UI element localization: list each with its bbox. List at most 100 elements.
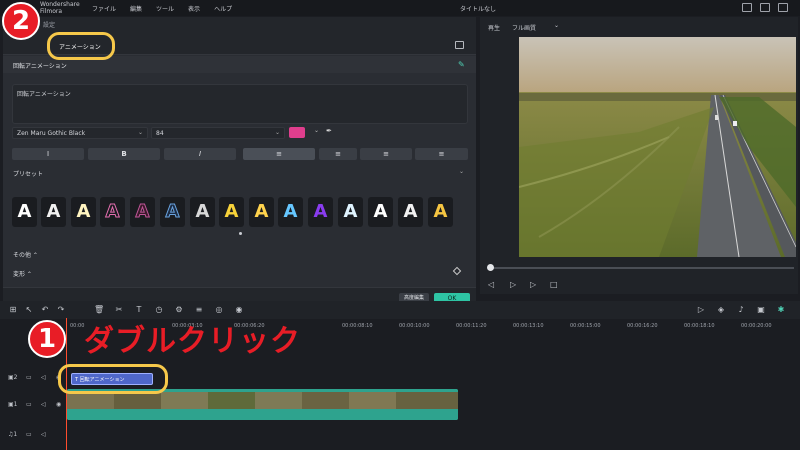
save-icon[interactable] [760,3,770,12]
video-frame [519,37,796,257]
preset-list: A A A A A A A A A A A A A A A [12,182,468,228]
select-icon[interactable]: ↖ [24,305,34,315]
timer-icon[interactable]: ◷ [154,305,164,315]
folder-icon[interactable]: ▭ [26,431,32,438]
adjust-icon[interactable]: ≡ [194,305,204,315]
track-header-video: ▣1 ▭ ◁ ◉ [0,394,64,418]
undo-icon[interactable]: ↶ [40,305,50,315]
preview-scrubber[interactable] [488,267,794,269]
preset-item[interactable]: A [249,197,274,227]
font-size-value: 84 [156,130,164,137]
track-header-title: ▣2 ▭ ◁ ◉ [0,367,64,391]
other-section-label[interactable]: その他 ⌃ [13,250,38,259]
preset-item[interactable]: A [100,197,125,227]
folder-icon[interactable]: ▭ [26,374,32,381]
grid-icon[interactable]: ⊞ [8,305,18,315]
pager-dot[interactable] [239,232,242,235]
cut-icon[interactable]: ✂ [114,305,124,315]
preset-item[interactable]: A [160,197,185,227]
preset-item[interactable]: A [398,197,423,227]
instruction-text: ダブルクリック [84,324,301,359]
preset-item[interactable]: A [368,197,393,227]
export-icon[interactable]: ▣ [756,305,766,315]
section-label: 回転アニメーション [13,63,67,70]
scrubber-handle[interactable] [487,264,494,271]
preview-panel: 再生 フル画質 ⌄ ◁ ▷ ▷ □ [480,17,798,294]
record-icon[interactable]: ◉ [234,305,244,315]
preset-item[interactable]: A [130,197,155,227]
menu-edit[interactable]: 編集 [130,4,142,13]
preset-item[interactable]: A [278,197,303,227]
settings-icon[interactable]: ✱ [776,305,786,315]
chevron-down-icon: ⌄ [137,129,143,136]
mute-icon[interactable]: ◁ [41,374,46,381]
ai-icon[interactable]: ◎ [214,305,224,315]
font-value: Zen Maru Gothic Black [17,130,86,137]
preset-item[interactable]: A [12,197,37,227]
transform-section-label[interactable]: 変形 ⌃ [13,269,32,278]
eyedropper-icon[interactable]: ✒ [326,127,332,135]
preset-item[interactable]: A [41,197,66,227]
chevron-down-icon[interactable]: ⌄ [314,127,319,134]
document-title: タイトルなし [460,6,497,13]
mute-icon[interactable]: ◁ [41,401,46,408]
italic-style-button[interactable]: I [12,148,84,160]
preset-item[interactable]: A [71,197,96,227]
eye-icon[interactable]: ◉ [56,401,61,408]
ruler-label: 00:00:16:20 [627,323,658,329]
font-size-select[interactable]: 84 ⌄ [151,127,285,139]
justify-button[interactable]: ≡ [415,148,468,160]
play-icon[interactable]: ▷ [530,280,536,289]
keyframe-icon[interactable] [452,266,462,276]
mute-icon[interactable]: ◁ [41,431,46,438]
preset-item[interactable]: A [190,197,215,227]
preset-item[interactable]: A [219,197,244,227]
play-icon[interactable]: ▷ [696,305,706,315]
delete-icon[interactable]: 🗑 [94,305,104,315]
align-left-button[interactable]: ≡ [243,148,315,160]
play-label: 再生 [488,25,501,32]
redo-icon[interactable]: ↷ [56,305,66,315]
align-center-button[interactable]: ≡ [319,148,357,160]
title-text-input[interactable]: 回転アニメーション [12,84,468,124]
italic-button[interactable]: I [164,148,236,160]
ruler-label: 00:00:15:00 [570,323,601,329]
play-pause-icon[interactable]: ▷ [510,280,516,289]
window-controls [742,3,788,12]
highlight-title-clip [58,364,168,394]
font-select[interactable]: Zen Maru Gothic Black ⌄ [12,127,148,139]
menu-view[interactable]: 表示 [188,4,200,13]
ruler-label: 00:00:08:10 [342,323,373,329]
ai-pen-icon[interactable]: ✎ [458,60,465,69]
ruler-label: 00:00:13:10 [513,323,544,329]
preset-label: プリセット [13,171,44,178]
mic-icon[interactable]: ♪ [736,305,746,315]
stop-icon[interactable]: □ [550,280,558,289]
tab-settings[interactable]: 設定 [43,20,55,29]
folder-icon[interactable]: ▭ [26,401,32,408]
shield-icon[interactable]: ◈ [716,305,726,315]
save-preset-icon[interactable] [455,41,464,49]
layout-icon[interactable] [742,3,752,12]
highlight-animation-tab [47,32,115,60]
video-track-icon: ▣1 [8,401,18,408]
quality-select[interactable]: フル画質 [512,23,536,32]
chevron-down-icon[interactable]: ⌄ [459,168,464,175]
step-badge-1: 1 [28,320,66,358]
step-badge-2: 2 [2,2,40,40]
export-icon[interactable] [778,3,788,12]
chevron-down-icon[interactable]: ⌄ [554,22,559,29]
preset-item[interactable]: A [338,197,363,227]
align-right-button[interactable]: ≡ [360,148,412,160]
preset-item[interactable]: A [308,197,333,227]
menu-file[interactable]: ファイル [92,4,116,13]
menu-tools[interactable]: ツール [156,4,174,13]
speed-icon[interactable]: ⚙ [174,305,184,315]
preset-item[interactable]: A [428,197,453,227]
bold-button[interactable]: B [88,148,160,160]
menu-help[interactable]: ヘルプ [214,4,232,13]
prev-frame-icon[interactable]: ◁ [488,280,494,289]
text-color-swatch[interactable] [289,127,305,138]
text-icon[interactable]: T [134,305,144,315]
music-track-icon: ♫1 [8,431,18,438]
